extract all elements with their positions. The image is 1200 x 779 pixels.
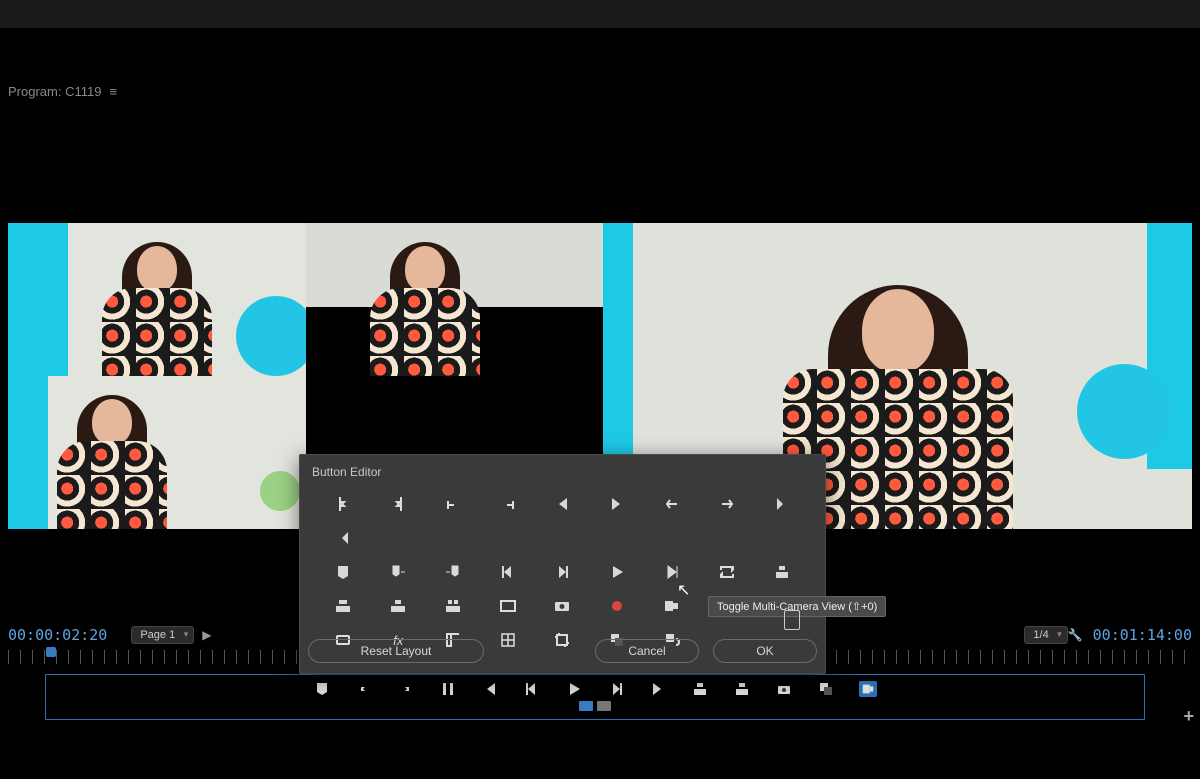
timecode-current[interactable]: 00:00:02:20 [8,626,107,644]
multi-camera-icon[interactable] [645,589,700,623]
mark-out-button[interactable] [397,681,415,697]
add-button-icon[interactable]: + [1183,706,1194,727]
insert-icon[interactable] [316,589,371,623]
go-prev-icon[interactable] [645,487,700,521]
ok-button[interactable]: OK [713,639,817,663]
step-edit-fwd-icon[interactable] [754,487,809,521]
multicam-angle-3[interactable] [8,376,306,529]
timecode-duration[interactable]: 00:01:14:00 [1093,626,1192,644]
step-edit-back-icon[interactable] [316,521,371,555]
go-to-in-icon[interactable] [535,487,590,521]
loop-icon[interactable] [699,555,754,589]
mark-clip-out-icon[interactable] [480,487,535,521]
play-icon[interactable] [590,555,645,589]
multicam-angle-1[interactable] [8,223,306,376]
step-back-button[interactable] [523,681,541,697]
zoom-label: 1/4 [1033,629,1048,641]
mark-clip-in-icon[interactable] [426,487,481,521]
program-label: Program: C1119 [8,84,101,99]
safe-margins-icon[interactable] [480,589,535,623]
divider-icon [439,681,457,697]
page-selector-label: Page 1 [140,629,175,641]
step-fwd-button[interactable] [607,681,625,697]
marker-next-icon[interactable] [371,555,426,589]
mark-out-icon[interactable] [371,487,426,521]
play-button[interactable] [565,681,583,697]
settings-icon[interactable]: 🔧 [1068,628,1083,642]
step-fwd-icon[interactable] [535,555,590,589]
add-marker-icon[interactable] [316,555,371,589]
panel-menu-icon[interactable]: ≡ [109,84,117,99]
transport-bar [45,674,1145,720]
program-monitor-tab[interactable]: Program: C1119 ≡ [8,84,117,99]
mark-in-icon[interactable] [316,487,371,521]
step-back-icon[interactable] [480,555,535,589]
zoom-selector[interactable]: 1/4 [1024,626,1067,644]
multicam-indicator [579,701,611,711]
add-marker-button[interactable] [313,681,331,697]
reset-layout-button[interactable]: Reset Layout [308,639,484,663]
insert-button[interactable] [691,681,709,697]
record-icon[interactable] [590,589,645,623]
page-next-icon[interactable]: ▶ [202,628,211,642]
snapshot-button[interactable] [775,681,793,697]
playhead[interactable] [46,647,56,657]
button-editor-title: Button Editor [300,455,825,485]
overwrite-button[interactable] [733,681,751,697]
go-next-icon[interactable] [699,487,754,521]
page-selector[interactable]: Page 1 [131,626,194,644]
button-editor-grid: fx [300,485,825,659]
go-to-out-button[interactable] [649,681,667,697]
snapshot-icon[interactable] [535,589,590,623]
drag-ghost-icon [784,610,800,630]
play-in-out-icon[interactable] [645,555,700,589]
overlay-button[interactable] [817,681,835,697]
go-to-in-button[interactable] [481,681,499,697]
overwrite-icon[interactable] [371,589,426,623]
mark-in-button[interactable] [355,681,373,697]
marker-prev-icon[interactable] [426,555,481,589]
button-editor-panel: Button Editor fx [299,454,826,674]
lift-icon[interactable] [754,555,809,589]
app-titlebar [0,0,1200,28]
go-to-out-icon[interactable] [590,487,645,521]
multi-camera-toggle[interactable] [859,681,877,697]
multicam-angle-2[interactable] [306,223,604,376]
cancel-button[interactable]: Cancel [595,639,699,663]
replace-icon[interactable] [426,589,481,623]
